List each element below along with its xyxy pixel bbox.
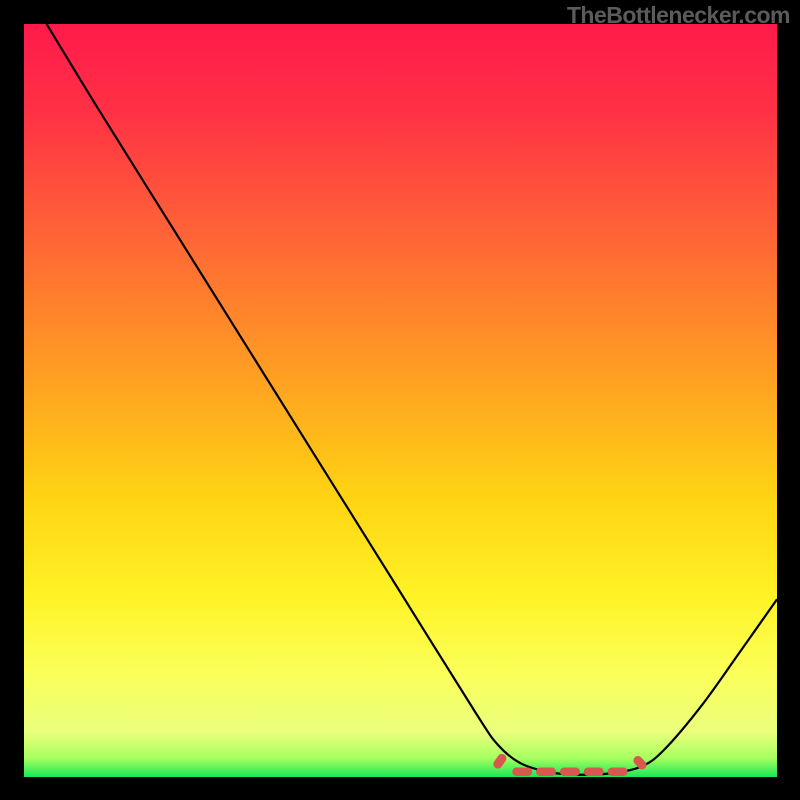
chart-frame: TheBottlenecker.com <box>0 0 800 800</box>
plot-area <box>24 24 777 777</box>
flat-region-marker <box>584 767 604 776</box>
flat-region-marker <box>560 767 580 776</box>
plot-svg <box>24 24 777 777</box>
flat-region-marker <box>536 767 556 776</box>
flat-region-marker <box>608 767 628 776</box>
watermark-text: TheBottlenecker.com <box>567 2 790 29</box>
flat-region-marker <box>512 767 532 776</box>
gradient-background <box>24 24 777 777</box>
